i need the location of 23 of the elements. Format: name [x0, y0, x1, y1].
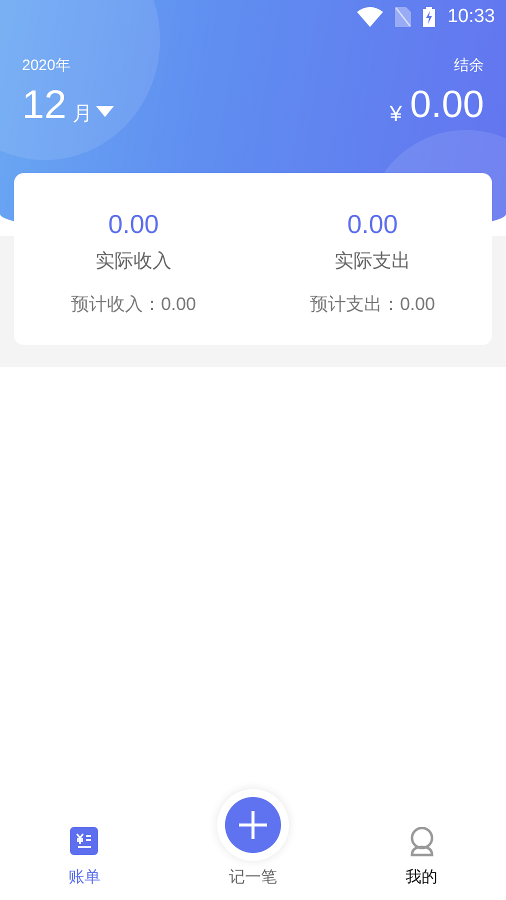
dropdown-caret-icon[interactable]: [96, 105, 114, 117]
person-icon: [408, 827, 435, 857]
nav-tab[interactable]: 我的: [337, 827, 506, 888]
year-label: 2020年: [22, 56, 70, 75]
nav-tab[interactable]: 账单: [0, 827, 169, 888]
balance-amount: 0.00: [410, 83, 484, 127]
amount-value: 0.00: [108, 209, 159, 240]
balance-label: 结余: [454, 56, 484, 75]
amount-label: 实际收入: [96, 250, 172, 274]
no-sim-icon: [395, 7, 412, 27]
month-value[interactable]: 12: [22, 83, 66, 127]
status-time: 10:33: [447, 6, 495, 28]
nav-tab[interactable]: 记一笔: [168, 789, 338, 888]
amount-label: 实际支出: [334, 250, 410, 274]
month-unit[interactable]: 月: [72, 100, 92, 127]
battery-icon: [423, 7, 436, 27]
currency-symbol: ¥: [390, 101, 402, 127]
estimate-text: 预计支出：0.00: [310, 293, 436, 316]
estimate-text: 预计收入：0.00: [70, 293, 196, 316]
wifi-icon: [357, 7, 384, 27]
add-icon[interactable]: [225, 797, 281, 853]
bill-icon: [70, 827, 98, 855]
amount-value: 0.00: [347, 209, 398, 240]
